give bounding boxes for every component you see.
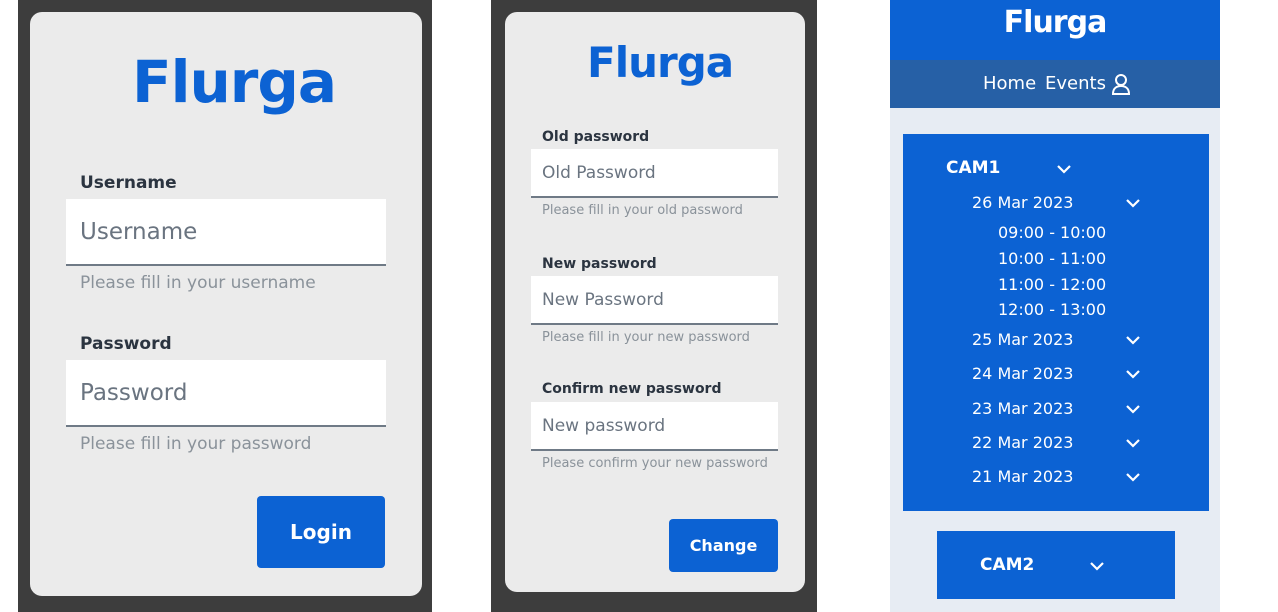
- date-item[interactable]: 23 Mar 2023: [972, 399, 1073, 418]
- login-card: Flurga Username Please fill in your user…: [30, 12, 422, 596]
- confirm-password-hint: Please confirm your new password: [542, 456, 768, 471]
- username-input[interactable]: [66, 199, 386, 266]
- chevron-down-icon[interactable]: [1125, 469, 1141, 485]
- change-password-card: Flurga Old password Please fill in your …: [505, 12, 805, 592]
- old-password-label: Old password: [542, 129, 650, 145]
- logo: Flurga: [587, 38, 734, 87]
- old-password-hint: Please fill in your old password: [542, 203, 743, 218]
- chevron-down-icon[interactable]: [1125, 401, 1141, 417]
- cam1-group: CAM1 26 Mar 2023 09:00 - 10:00 10:00 - 1…: [903, 134, 1209, 511]
- nav-bar: Home Events: [890, 60, 1220, 108]
- time-slot[interactable]: 09:00 - 10:00: [998, 223, 1106, 242]
- user-icon[interactable]: [1111, 73, 1131, 95]
- new-password-hint: Please fill in your new password: [542, 330, 750, 345]
- password-label: Password: [80, 334, 172, 354]
- chevron-down-icon[interactable]: [1056, 161, 1072, 177]
- events-panel: Flurga Home Events CAM1 26 Mar 2023 09:0…: [890, 0, 1220, 612]
- date-item[interactable]: 26 Mar 2023: [972, 193, 1073, 212]
- nav-home-link[interactable]: Home: [983, 73, 1036, 94]
- date-item[interactable]: 21 Mar 2023: [972, 467, 1073, 486]
- username-hint: Please fill in your username: [80, 273, 316, 293]
- old-password-input[interactable]: [531, 149, 778, 198]
- app-title: Flurga: [1003, 5, 1108, 40]
- date-item[interactable]: 22 Mar 2023: [972, 433, 1073, 452]
- change-button[interactable]: Change: [669, 519, 778, 572]
- date-item[interactable]: 25 Mar 2023: [972, 330, 1073, 349]
- new-password-label: New password: [542, 256, 657, 272]
- chevron-down-icon[interactable]: [1125, 435, 1141, 451]
- cam2-group[interactable]: CAM2: [937, 531, 1175, 599]
- chevron-down-icon[interactable]: [1089, 558, 1105, 574]
- logo: Flurga: [132, 48, 337, 116]
- password-hint: Please fill in your password: [80, 434, 312, 454]
- time-slot[interactable]: 10:00 - 11:00: [998, 249, 1106, 268]
- password-input[interactable]: [66, 360, 386, 427]
- chevron-down-icon[interactable]: [1125, 195, 1141, 211]
- chevron-down-icon[interactable]: [1125, 332, 1141, 348]
- app-header: Flurga: [890, 0, 1220, 60]
- username-label: Username: [80, 173, 177, 193]
- chevron-down-icon[interactable]: [1125, 366, 1141, 382]
- time-slot[interactable]: 12:00 - 13:00: [998, 300, 1106, 319]
- confirm-password-input[interactable]: [531, 402, 778, 451]
- cam2-title[interactable]: CAM2: [980, 555, 1034, 575]
- nav-events-link[interactable]: Events: [1045, 73, 1106, 94]
- cam1-title[interactable]: CAM1: [946, 158, 1000, 178]
- login-button[interactable]: Login: [257, 496, 385, 568]
- date-item[interactable]: 24 Mar 2023: [972, 364, 1073, 383]
- new-password-input[interactable]: [531, 276, 778, 325]
- time-slot[interactable]: 11:00 - 12:00: [998, 275, 1106, 294]
- confirm-password-label: Confirm new password: [542, 381, 722, 397]
